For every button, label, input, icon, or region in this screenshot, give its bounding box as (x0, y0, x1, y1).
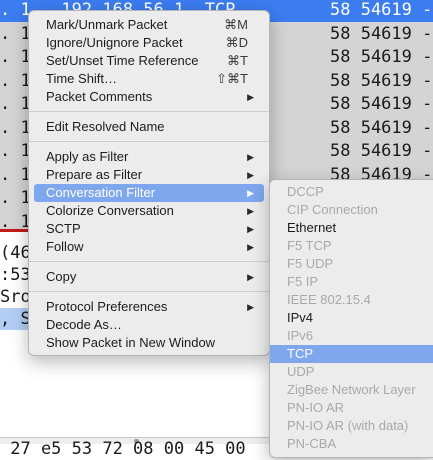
menu-item-follow[interactable]: Follow ▶ (34, 238, 264, 256)
menu-item-label: Prepare as Filter (46, 167, 143, 182)
menu-item-sctp[interactable]: SCTP ▶ (34, 220, 264, 238)
submenu-item-dccp: DCCP (270, 183, 433, 201)
submenu-arrow-icon: ▶ (247, 272, 254, 282)
submenu-item-label: IPv6 (287, 328, 314, 343)
packet-row-length-port: 58 54619 - (330, 70, 433, 91)
submenu-item-label: CIP Connection (287, 202, 378, 217)
submenu-item-f5-udp: F5 UDP (270, 255, 433, 273)
submenu-item-pn-cba: PN-CBA (270, 435, 433, 453)
submenu-item-ipv6: IPv6 (270, 327, 433, 345)
submenu-arrow-icon: ▶ (247, 188, 254, 198)
menu-item-label: Decode As… (46, 317, 122, 332)
shortcut-label: ⇧⌘T (216, 71, 248, 86)
packet-row-length-port: 58 54619 - (330, 23, 433, 44)
menu-item-conversation-filter[interactable]: Conversation Filter ▶ (34, 184, 264, 202)
menu-item-label: Ignore/Unignore Packet (46, 35, 183, 50)
packet-context-menu: Mark/Unmark Packet ⌘M Ignore/Unignore Pack… (28, 10, 270, 356)
conversation-filter-submenu: DCCP CIP Connection Ethernet F5 TCP F5 UDP F5… (269, 179, 433, 458)
menu-item-apply-as-filter[interactable]: Apply as Filter ▶ (34, 148, 264, 166)
submenu-item-label: PN-IO AR (287, 400, 345, 415)
hex-line: 27 e5 53 72 08 00 45 00 (0, 439, 246, 459)
submenu-item-tcp[interactable]: TCP (270, 345, 433, 363)
menu-item-label: Set/Unset Time Reference (46, 53, 199, 68)
menu-item-label: Copy (46, 269, 77, 284)
packet-row-length-port: 58 54619 - (330, 0, 433, 20)
submenu-item-label: F5 UDP (287, 256, 334, 271)
submenu-item-label: PN-IO AR (with data) (287, 418, 409, 433)
submenu-item-f5-ip: F5 IP (270, 273, 433, 291)
submenu-item-label: DCCP (287, 184, 324, 199)
menu-item-mark-unmark-packet[interactable]: Mark/Unmark Packet ⌘M (34, 16, 264, 34)
submenu-item-label: Ethernet (287, 220, 337, 235)
detail-line: (46 (0, 243, 31, 263)
submenu-item-label: PN-CBA (287, 436, 337, 451)
menu-item-show-packet-in-new-window[interactable]: Show Packet in New Window (34, 334, 264, 352)
shortcut-label: ⌘M (224, 17, 248, 32)
menu-item-label: Follow (46, 239, 84, 254)
shortcut-label: ⌘D (225, 35, 248, 50)
menu-item-label: Mark/Unmark Packet (46, 17, 168, 32)
menu-separator (29, 261, 269, 262)
submenu-item-ethernet[interactable]: Ethernet (270, 219, 433, 237)
submenu-item-label: TCP (287, 346, 313, 361)
menu-separator (29, 141, 269, 142)
menu-item-copy[interactable]: Copy ▶ (34, 268, 264, 286)
menu-item-set-unset-time-reference[interactable]: Set/Unset Time Reference ⌘T (34, 52, 264, 70)
submenu-item-label: IEEE 802.15.4 (287, 292, 371, 307)
packet-row-length-port: 58 54619 - (330, 141, 433, 161)
submenu-item-ieee-802-15-4: IEEE 802.15.4 (270, 291, 433, 309)
menu-item-label: Conversation Filter (46, 185, 156, 200)
submenu-arrow-icon: ▶ (247, 92, 254, 102)
menu-item-colorize-conversation[interactable]: Colorize Conversation ▶ (34, 202, 264, 220)
menu-item-label: Time Shift… (46, 71, 118, 86)
menu-item-packet-comments[interactable]: Packet Comments ▶ (34, 88, 264, 106)
packet-row-length-port: 58 54619 - (330, 94, 433, 114)
menu-separator (29, 111, 269, 112)
detail-line: :53 (0, 265, 31, 285)
menu-item-label: Apply as Filter (46, 149, 129, 164)
submenu-item-label: ZigBee Network Layer (287, 382, 416, 397)
menu-item-label: Colorize Conversation (46, 203, 174, 218)
menu-item-label: Packet Comments (46, 89, 153, 104)
submenu-item-label: UDP (287, 364, 315, 379)
menu-item-decode-as[interactable]: Decode As… (34, 316, 264, 334)
submenu-arrow-icon: ▶ (247, 242, 254, 252)
menu-item-time-shift[interactable]: Time Shift… ⇧⌘T (34, 70, 264, 88)
submenu-arrow-icon: ▶ (247, 206, 254, 216)
submenu-arrow-icon: ▶ (247, 302, 254, 312)
submenu-item-ipv4[interactable]: IPv4 (270, 309, 433, 327)
menu-separator (29, 291, 269, 292)
menu-item-label: Show Packet in New Window (46, 335, 216, 350)
submenu-item-label: F5 TCP (287, 238, 332, 253)
submenu-item-label: F5 IP (287, 274, 319, 289)
submenu-item-pn-io-ar-with-data: PN-IO AR (with data) (270, 417, 433, 435)
menu-item-label: SCTP (46, 221, 81, 236)
detail-line: Sro (0, 287, 31, 307)
submenu-item-f5-tcp: F5 TCP (270, 237, 433, 255)
submenu-arrow-icon: ▶ (247, 152, 254, 162)
menu-item-label: Edit Resolved Name (46, 119, 165, 134)
packet-row-length-port: 58 54619 - (330, 117, 433, 138)
menu-item-edit-resolved-name[interactable]: Edit Resolved Name (34, 118, 264, 136)
submenu-item-cip-connection: CIP Connection (270, 201, 433, 219)
submenu-arrow-icon: ▶ (247, 224, 254, 234)
menu-item-label: Protocol Preferences (46, 299, 168, 314)
submenu-item-zigbee-network-layer: ZigBee Network Layer (270, 381, 433, 399)
menu-item-ignore-unignore-packet[interactable]: Ignore/Unignore Packet ⌘D (34, 34, 264, 52)
menu-item-prepare-as-filter[interactable]: Prepare as Filter ▶ (34, 166, 264, 184)
submenu-item-pn-io-ar: PN-IO AR (270, 399, 433, 417)
submenu-arrow-icon: ▶ (247, 170, 254, 180)
submenu-item-label: IPv4 (287, 310, 314, 325)
shortcut-label: ⌘T (227, 53, 248, 68)
submenu-item-udp: UDP (270, 363, 433, 381)
menu-item-protocol-preferences[interactable]: Protocol Preferences ▶ (34, 298, 264, 316)
packet-row-length-port: 58 54619 - (330, 47, 433, 67)
